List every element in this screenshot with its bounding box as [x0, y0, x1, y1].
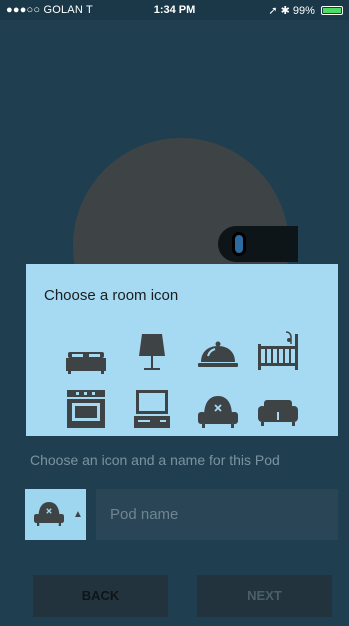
screen: ●●●○○ GOLAN T 1:34 PM ➚ ✱ 99% Choose an …: [0, 0, 349, 626]
room-icon-selector[interactable]: ▲: [25, 489, 86, 540]
instruction-caption: Choose an icon and a name for this Pod: [30, 452, 280, 468]
status-right: ➚ ✱ 99%: [268, 4, 343, 17]
bed-icon[interactable]: [64, 336, 108, 378]
oven-icon[interactable]: [64, 388, 108, 430]
location-bluetooth-icon: ➚ ✱: [268, 5, 290, 17]
next-button[interactable]: NEXT: [197, 575, 332, 617]
chevron-down-icon: ▲: [73, 509, 83, 520]
room-icon-popup: Choose a room icon: [26, 264, 338, 436]
pod-name-input[interactable]: [96, 489, 338, 540]
armchair-icon: [34, 502, 64, 526]
battery-percent: 99%: [292, 5, 315, 17]
armchair-icon[interactable]: [196, 390, 240, 432]
battery-icon: [321, 6, 343, 15]
cloche-icon[interactable]: [196, 334, 240, 376]
pod-toggle[interactable]: [218, 226, 298, 262]
lamp-icon[interactable]: [130, 330, 174, 372]
back-button[interactable]: BACK: [33, 575, 168, 617]
sofa-icon[interactable]: [256, 390, 300, 432]
computer-icon[interactable]: [130, 388, 174, 430]
toggle-knob: [232, 232, 246, 256]
status-bar: ●●●○○ GOLAN T 1:34 PM ➚ ✱ 99%: [0, 0, 349, 20]
popup-title: Choose a room icon: [44, 287, 179, 304]
crib-icon[interactable]: [256, 330, 300, 372]
